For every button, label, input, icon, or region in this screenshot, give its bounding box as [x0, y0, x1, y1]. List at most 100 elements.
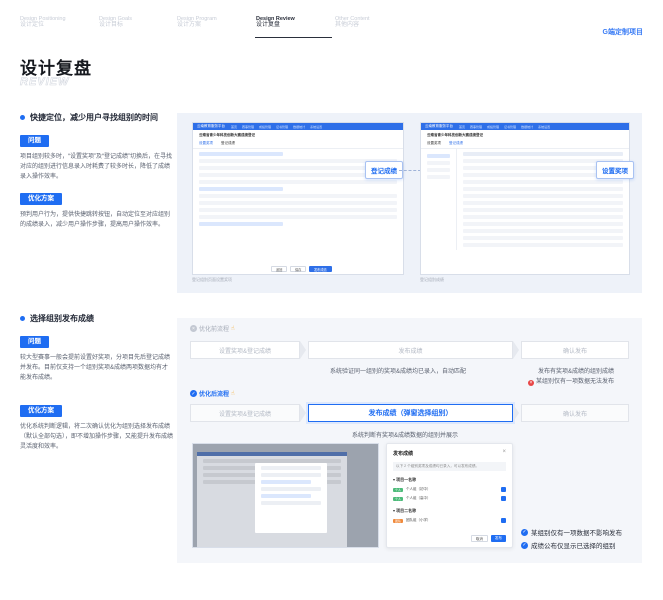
pointer-hand-icon: ☝	[231, 326, 235, 332]
app-menu-item: 数据统计	[293, 124, 306, 129]
tab-design-review[interactable]: Design Review 设计复盘	[256, 16, 295, 29]
app-menu-item: 成绩管理	[487, 124, 500, 129]
dialog-item[interactable]: 个人 个人组（初中）	[393, 486, 506, 493]
section1-heading: 快捷定位，减少用户寻找组别的时间	[20, 112, 158, 123]
app-menu-item: 证书管理	[276, 124, 289, 129]
tab-cn: 设计目标	[99, 22, 124, 29]
checkbox-checked-icon[interactable]	[501, 487, 506, 492]
mini-save-button[interactable]: 保存	[290, 266, 307, 272]
app-breadcrumb: 云南省青少年科技创新大赛成绩登记	[427, 133, 483, 137]
app-menu-item: 系统设置	[538, 124, 551, 129]
dialog-confirm-button[interactable]: 发布	[490, 535, 506, 542]
section2-solution-text: 优化系统判断逻辑，将二次确认优化为组别选择发布成绩（默认全部勾选），即不增加操作…	[20, 424, 174, 450]
item-badge: 个人	[393, 496, 404, 501]
arrow-right-icon	[513, 341, 519, 359]
result-text-1: 某组别仅有一项数据不影响发布	[531, 530, 622, 537]
screenshot-publish-modal	[192, 443, 379, 548]
tab-design-positioning[interactable]: Design Positioning 设计定位	[20, 16, 66, 29]
item-badge: 团队	[393, 518, 404, 523]
dialog-group-2: ▾ 项目二名称	[393, 508, 416, 514]
brand-label: G端定制项目	[602, 29, 643, 36]
tab-cn: 设计定位	[20, 22, 45, 29]
app-name: 云南教育服务平台	[197, 124, 225, 128]
app-top-bar	[197, 452, 347, 456]
item-label: 团队组（小学）	[406, 518, 431, 522]
bullet-dot-icon	[20, 115, 25, 120]
after-step-2: 发布成绩（弹窗选择组别）	[308, 404, 513, 422]
before-flow-label: × 优化前流程 ☝	[190, 324, 235, 333]
app-tab-scores[interactable]: 登记成绩	[449, 141, 463, 146]
after-note-middle: 系统判断有奖项&成绩数据的组别并展示	[352, 433, 459, 439]
item-label: 个人组（初中）	[406, 487, 431, 491]
section1-heading-text: 快捷定位，减少用户寻找组别的时间	[30, 113, 158, 122]
app-menu-item: 证书管理	[504, 124, 517, 129]
placeholder-row	[199, 222, 283, 226]
dialog-item[interactable]: 个人 个人组（高中）	[393, 495, 506, 502]
arrow-right-icon	[513, 404, 519, 422]
after-flow-text: 优化后流程	[199, 392, 230, 398]
app-tab-scores[interactable]: 登记成绩	[221, 141, 235, 146]
app-tab-awards[interactable]: 设置奖项	[199, 141, 213, 146]
dialog-item[interactable]: 团队 团队组（小学）	[393, 517, 506, 524]
before-note-middle: 系统验证同一组别的奖项&成绩均已录入，自动匹配	[330, 369, 467, 375]
bullet-dot-icon	[20, 316, 25, 321]
dialog-cancel-button[interactable]: 取消	[470, 535, 488, 542]
caption-left: 登记组别页面设置奖项	[192, 277, 232, 282]
app-tabs: 设置奖项 登记成绩	[421, 141, 629, 149]
app-top-bar: 云南教育服务平台 首页 赛事管理 成绩管理 证书管理 数据统计 系统设置	[193, 123, 403, 130]
arrow-right-icon	[300, 404, 306, 422]
callout-register-scores[interactable]: 登记成绩	[365, 161, 403, 179]
tab-other-content[interactable]: Other Content 其他内容	[335, 16, 370, 29]
close-icon[interactable]: ×	[502, 449, 506, 455]
placeholder-row	[199, 201, 397, 205]
before-note-error-text: 某组别仅有一项数据无法发布	[536, 379, 615, 385]
section2-heading: 选择组别发布成绩	[20, 313, 94, 324]
before-step-2: 发布成绩	[308, 341, 513, 359]
checkbox-checked-icon[interactable]	[501, 496, 506, 501]
placeholder-row	[463, 194, 623, 198]
dialog-group-1-title: 项目一名称	[396, 477, 417, 482]
tab-design-goals[interactable]: Design Goals 设计目标	[99, 16, 132, 29]
tab-cn: 其他内容	[335, 22, 360, 29]
mini-back-button[interactable]: 返回	[271, 266, 288, 272]
app-menu-item: 赛事管理	[242, 124, 255, 129]
checkbox-checked-icon[interactable]	[501, 518, 506, 523]
callout-set-awards[interactable]: 设置奖项	[596, 161, 634, 179]
dialog-group-1: ▾ 项目一名称	[393, 477, 416, 483]
group-sidebar	[421, 149, 457, 250]
placeholder-row	[199, 215, 397, 219]
page-subtitle: REVIEW	[20, 76, 70, 89]
publish-dialog: 发布成绩 × 以下 2 个组别奖项及成绩均已录入，可以发布成绩。 ▾ 项目一名称…	[386, 443, 513, 548]
placeholder-row	[427, 161, 450, 165]
top-nav: Design Positioning 设计定位 Design Goals 设计目…	[0, 0, 663, 38]
placeholder-row	[261, 466, 321, 470]
placeholder-row	[463, 152, 623, 156]
dialog-tip: 以下 2 个组别奖项及成绩均已录入，可以发布成绩。	[393, 462, 506, 471]
placeholder-row	[199, 180, 397, 184]
result-text-2: 成绩公布仅显示已选择的组别	[531, 543, 616, 550]
arrow-right-icon	[300, 341, 306, 359]
app-menu-item: 成绩管理	[259, 124, 272, 129]
app-tab-awards[interactable]: 设置奖项	[427, 141, 441, 146]
app-menu-item: 首页	[231, 124, 238, 129]
placeholder-row	[463, 236, 623, 240]
app-top-bar: 云南教育服务平台 首页 赛事管理 成绩管理 证书管理 数据统计 系统设置	[421, 123, 629, 130]
placeholder-row	[261, 487, 321, 491]
section1-problem-tag: 问题	[20, 135, 49, 147]
screenshot-set-awards: 云南教育服务平台 首页 赛事管理 成绩管理 证书管理 数据统计 系统设置 云南省…	[420, 122, 630, 275]
placeholder-row	[427, 168, 450, 172]
app-tabs: 设置奖项 登记成绩	[193, 141, 403, 149]
placeholder-row	[199, 208, 397, 212]
dialog-group-2-title: 项目二名称	[396, 508, 417, 513]
check-circle-icon: ✓	[521, 528, 528, 536]
mini-publish-button[interactable]: 发布成绩	[309, 266, 332, 272]
section2-problem-text: 较大型赛事一般会提前设置好奖项，分项目先后登记成绩并发布。目前仅支持一个组别奖项…	[20, 355, 171, 381]
tab-design-program[interactable]: Design Program 设计方案	[177, 16, 217, 29]
section1-illustration-panel: 云南教育服务平台 首页 赛事管理 成绩管理 证书管理 数据统计 系统设置 云南省…	[177, 113, 642, 293]
tab-cn: 设计复盘	[256, 22, 281, 29]
placeholder-row	[199, 152, 283, 156]
placeholder-row	[463, 229, 623, 233]
placeholder-row	[463, 215, 623, 219]
section1-solution-tag: 优化方案	[20, 193, 62, 205]
dialog-title: 发布成绩	[393, 451, 414, 457]
